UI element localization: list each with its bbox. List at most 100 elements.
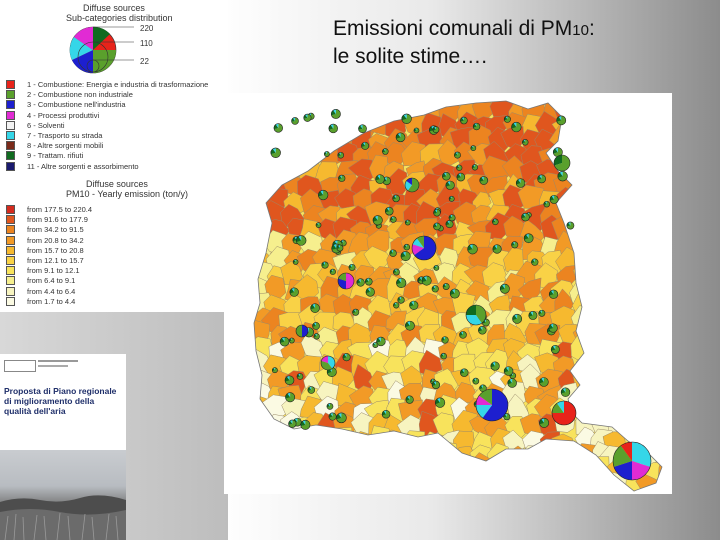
pm10-emissions-map xyxy=(224,93,672,494)
legend-category-row: 3 - Combustione nell'industria xyxy=(6,100,126,110)
municipality-area xyxy=(254,176,272,200)
emission-pie-symbol xyxy=(329,268,336,275)
municipality-area xyxy=(553,460,579,486)
legend-header-pm10: PM10 - Yearly emission (ton/y) xyxy=(66,189,189,199)
municipality-area xyxy=(594,101,614,121)
municipality-area xyxy=(625,412,649,439)
emission-pie-symbol xyxy=(326,403,334,410)
emission-pie-symbol xyxy=(472,122,481,131)
emission-pie-symbol xyxy=(291,117,299,125)
legend-swatch xyxy=(6,151,15,161)
municipality-area xyxy=(587,384,612,410)
municipality-area xyxy=(383,429,405,456)
municipality-area xyxy=(655,322,662,345)
municipality-area xyxy=(451,477,475,491)
municipality-area xyxy=(587,358,610,378)
emission-pie-symbol xyxy=(566,221,575,230)
municipality-area xyxy=(621,112,647,138)
municipality-area xyxy=(482,474,510,491)
municipality-area xyxy=(254,101,258,125)
emission-pie-symbol xyxy=(312,322,320,330)
emission-pie-symbol xyxy=(289,287,299,297)
municipality-area xyxy=(468,469,499,491)
municipality-area xyxy=(224,463,239,487)
emission-pie-symbol xyxy=(511,121,522,133)
municipality-area xyxy=(231,159,254,183)
municipality-area xyxy=(537,455,557,483)
emission-pie-symbol xyxy=(445,220,454,229)
legend-category-label: 11 - Altre sorgenti e assorbimento xyxy=(27,161,139,171)
municipality-area xyxy=(585,207,614,228)
emission-pie-symbol xyxy=(539,377,549,387)
legend-category-row: 8 - Altre sorgenti mobili xyxy=(6,141,103,151)
emission-pie-symbol xyxy=(328,412,337,421)
emission-pie-symbol xyxy=(372,342,379,349)
emission-pie-symbol xyxy=(397,296,405,304)
pie-size-legend xyxy=(69,26,134,74)
emission-pie-symbol xyxy=(445,180,455,190)
municipality-area xyxy=(224,146,244,170)
emission-pie-symbol xyxy=(409,300,419,310)
municipality-area xyxy=(603,308,630,335)
municipality-area xyxy=(601,371,628,396)
emission-pie-symbol xyxy=(471,164,479,171)
municipality-area xyxy=(655,280,662,301)
municipality-area xyxy=(636,220,662,244)
emission-pie-symbol xyxy=(465,304,487,326)
municipality-area xyxy=(636,265,662,291)
emission-pie-symbol xyxy=(503,115,511,123)
municipality-area xyxy=(400,473,425,491)
emission-pie-symbol xyxy=(295,235,307,246)
legend-category-row: 6 - Solventi xyxy=(6,120,65,130)
municipality-area xyxy=(260,158,291,180)
municipality-area xyxy=(570,200,596,226)
emission-pie-symbol xyxy=(403,243,411,251)
legend-category-row: 1 - Combustione: Energia e industria di … xyxy=(6,80,208,89)
municipality-area xyxy=(224,98,239,121)
municipality-area xyxy=(231,454,251,480)
municipality-area xyxy=(623,260,650,290)
municipality-area xyxy=(657,397,662,429)
municipality-area xyxy=(224,206,237,232)
municipality-area xyxy=(434,440,459,466)
municipality-area xyxy=(658,177,662,197)
municipality-area xyxy=(281,430,309,454)
emission-pie-symbol xyxy=(279,336,290,347)
emission-pie-symbol xyxy=(478,326,487,335)
emission-pie-symbol xyxy=(549,194,559,204)
emission-pie-symbol xyxy=(560,387,571,397)
municipality-area xyxy=(619,234,647,261)
emission-pie-symbol xyxy=(405,395,414,404)
municipality-area xyxy=(587,276,612,304)
emission-pie-symbol xyxy=(492,218,499,226)
municipality-area xyxy=(281,101,305,105)
municipality-area xyxy=(604,290,632,318)
emission-pie-symbol xyxy=(522,138,529,146)
municipality-area xyxy=(433,463,460,488)
emission-pie-symbol xyxy=(459,331,467,339)
legend-category-row: 9 - Trattam. rifiuti xyxy=(6,151,83,161)
municipality-area xyxy=(644,354,662,377)
emission-pie-symbol xyxy=(381,409,391,419)
legend-class-label: from 15.7 to 20.8 xyxy=(27,245,84,255)
municipality-area xyxy=(655,355,662,379)
legend-class-row: from 12.1 to 15.7 xyxy=(6,256,84,265)
municipality-area xyxy=(572,231,596,258)
municipality-area xyxy=(350,456,376,487)
municipality-area xyxy=(570,160,592,187)
emission-pie-symbol xyxy=(515,178,526,188)
legend-swatch xyxy=(6,245,15,255)
municipality-area xyxy=(588,261,615,292)
municipality-area xyxy=(588,332,609,361)
municipality-area xyxy=(553,101,576,119)
municipality-area xyxy=(577,249,598,280)
municipality-area xyxy=(224,291,238,314)
municipality-area xyxy=(384,454,412,480)
municipality-area xyxy=(618,340,643,367)
municipality-area xyxy=(590,160,617,186)
emission-pie-symbol xyxy=(310,303,320,313)
emission-pie-symbol xyxy=(330,109,341,119)
emission-pie-symbol xyxy=(499,283,510,294)
municipality-area xyxy=(657,154,662,183)
municipality-area xyxy=(591,101,614,109)
